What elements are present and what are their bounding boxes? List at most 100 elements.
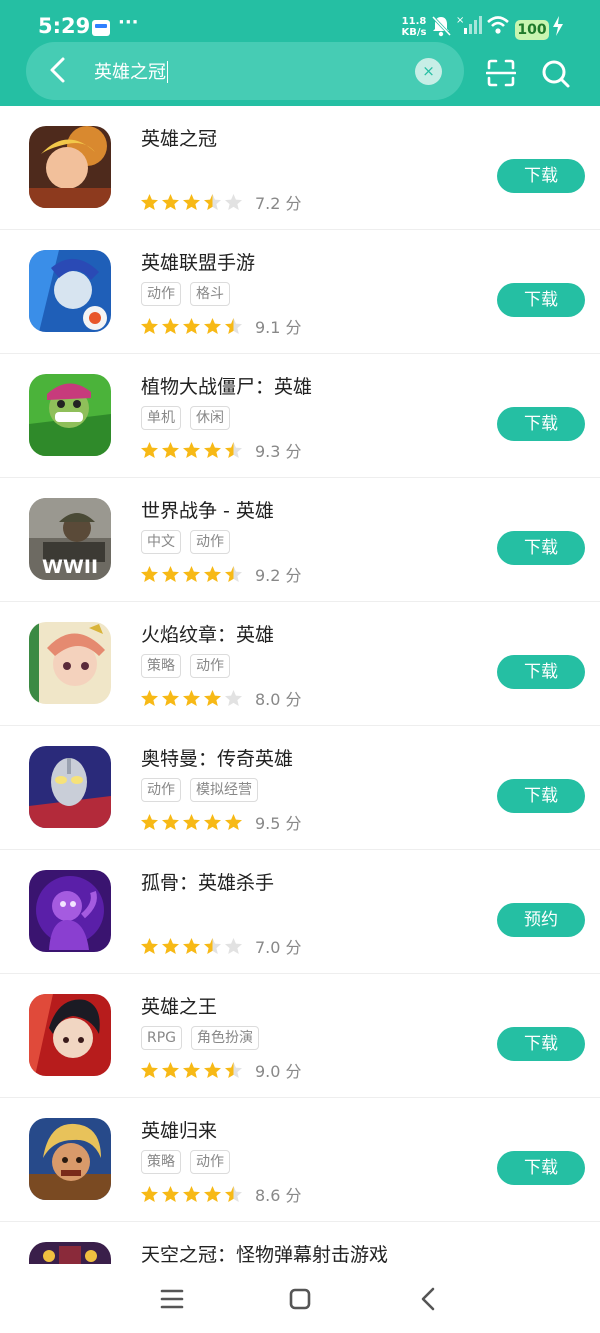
star-half-icon (204, 193, 221, 210)
network-speed: 11.8 KB/s (400, 16, 428, 38)
star-half-icon (225, 1061, 242, 1078)
app-tag: 中文 (141, 530, 181, 554)
app-tag: 策略 (141, 654, 181, 678)
reserve-button[interactable]: 预约 (497, 903, 585, 937)
home-icon[interactable] (289, 1288, 311, 1310)
app-name: 英雄之冠 (141, 128, 218, 150)
app-tag: 动作 (190, 1150, 230, 1174)
app-tag: 休闲 (190, 406, 230, 430)
network-speed-value: 11.8 (401, 16, 427, 27)
star-empty-icon (225, 689, 242, 706)
rating: 8.0 分 (140, 686, 302, 709)
rating: 8.6 分 (140, 1182, 302, 1205)
app-icon[interactable] (29, 994, 111, 1076)
app-name: 世界战争 - 英雄 (141, 500, 274, 522)
app-name: 英雄之王 (141, 996, 218, 1018)
app-list-item[interactable]: 火焰纹章：英雄 策略 动作 8.0 分 下载 (0, 602, 600, 726)
game-art-image (29, 1242, 111, 1264)
app-tags: 动作 格斗 (141, 282, 239, 306)
app-tag: 动作 (141, 282, 181, 306)
search-results-list[interactable]: 英雄之冠 7.2 分 下载 英雄联盟手游 动作 格斗 9.1 分 下载 植物大战僵… (0, 106, 600, 1264)
recent-apps-icon[interactable] (160, 1288, 184, 1310)
app-name: 天空之冠：怪物弹幕射击游戏 (141, 1244, 389, 1264)
clear-search-button[interactable]: × (415, 58, 442, 85)
game-art-image (29, 250, 111, 332)
game-art-image (29, 126, 111, 208)
app-list-item[interactable]: WWII 世界战争 - 英雄 中文 动作 9.2 分 下载 (0, 478, 600, 602)
app-name: 奥特曼：传奇英雄 (141, 748, 294, 770)
battery-indicator: 100 (515, 20, 549, 40)
search-input[interactable]: 英雄之冠 (94, 58, 168, 84)
star-filled-icon (162, 441, 179, 458)
app-list-item[interactable]: 英雄联盟手游 动作 格斗 9.1 分 下载 (0, 230, 600, 354)
star-empty-icon (225, 937, 242, 954)
rating: 9.0 分 (140, 1058, 302, 1081)
rating-score: 9.5 分 (255, 814, 302, 833)
star-filled-icon (183, 565, 200, 582)
star-filled-icon (204, 317, 221, 334)
search-bar[interactable] (26, 42, 464, 100)
app-icon[interactable] (29, 250, 111, 332)
download-button[interactable]: 下载 (497, 655, 585, 689)
app-list-item[interactable]: 英雄之王 RPG 角色扮演 9.0 分 下载 (0, 974, 600, 1098)
app-list-item[interactable]: 奥特曼：传奇英雄 动作 模拟经营 9.5 分 下载 (0, 726, 600, 850)
download-button[interactable]: 下载 (497, 1027, 585, 1061)
more-notifications-indicator: ··· (118, 12, 139, 33)
app-icon[interactable]: WWII (29, 498, 111, 580)
status-time: 5:29 (38, 14, 91, 38)
game-art-image (29, 870, 111, 952)
app-icon[interactable] (29, 622, 111, 704)
star-half-icon (225, 441, 242, 458)
star-filled-icon (141, 689, 158, 706)
app-icon[interactable] (29, 1118, 111, 1200)
app-list-item[interactable]: 孤骨：英雄杀手 7.0 分 预约 (0, 850, 600, 974)
star-filled-icon (141, 1185, 158, 1202)
app-list-item[interactable]: 天空之冠：怪物弹幕射击游戏 (0, 1222, 600, 1264)
wwii-logo: WWII (42, 556, 98, 578)
star-filled-icon (141, 813, 158, 830)
star-filled-icon (183, 1061, 200, 1078)
star-filled-icon (204, 1185, 221, 1202)
star-half-icon (225, 1185, 242, 1202)
game-art-image (29, 746, 111, 828)
star-filled-icon (204, 813, 221, 830)
app-list-item[interactable]: 植物大战僵尸：英雄 单机 休闲 9.3 分 下载 (0, 354, 600, 478)
star-filled-icon (183, 317, 200, 334)
app-icon[interactable] (29, 870, 111, 952)
star-filled-icon (162, 1061, 179, 1078)
rating-score: 9.3 分 (255, 442, 302, 461)
download-button[interactable]: 下载 (497, 159, 585, 193)
download-button[interactable]: 下载 (497, 531, 585, 565)
star-filled-icon (162, 937, 179, 954)
star-half-icon (204, 937, 221, 954)
rating-score: 7.2 分 (255, 194, 302, 213)
app-list-item[interactable]: 英雄归来 策略 动作 8.6 分 下载 (0, 1098, 600, 1222)
back-arrow-icon[interactable] (44, 54, 74, 86)
download-button[interactable]: 下载 (497, 283, 585, 317)
app-tag: 动作 (141, 778, 181, 802)
search-icon[interactable] (540, 58, 572, 90)
app-list-item[interactable]: 英雄之冠 7.2 分 下载 (0, 106, 600, 230)
download-button[interactable]: 下载 (497, 1151, 585, 1185)
star-empty-icon (225, 193, 242, 210)
scan-icon[interactable] (486, 58, 516, 88)
app-tag: 单机 (141, 406, 181, 430)
app-icon[interactable] (29, 126, 111, 208)
star-half-icon (225, 317, 242, 334)
app-icon[interactable] (29, 1242, 111, 1264)
app-tag: 动作 (190, 654, 230, 678)
app-icon[interactable] (29, 374, 111, 456)
app-icon[interactable] (29, 746, 111, 828)
rating-score: 9.0 分 (255, 1062, 302, 1081)
star-filled-icon (141, 565, 158, 582)
rating: 9.5 分 (140, 810, 302, 833)
star-filled-icon (141, 441, 158, 458)
star-half-icon (225, 565, 242, 582)
download-button[interactable]: 下载 (497, 407, 585, 441)
rating-score: 9.2 分 (255, 566, 302, 585)
back-icon[interactable] (418, 1286, 438, 1312)
signal-icon: × (456, 15, 482, 34)
rating: 7.2 分 (140, 190, 302, 213)
download-button[interactable]: 下载 (497, 779, 585, 813)
app-name: 孤骨：英雄杀手 (141, 872, 275, 894)
